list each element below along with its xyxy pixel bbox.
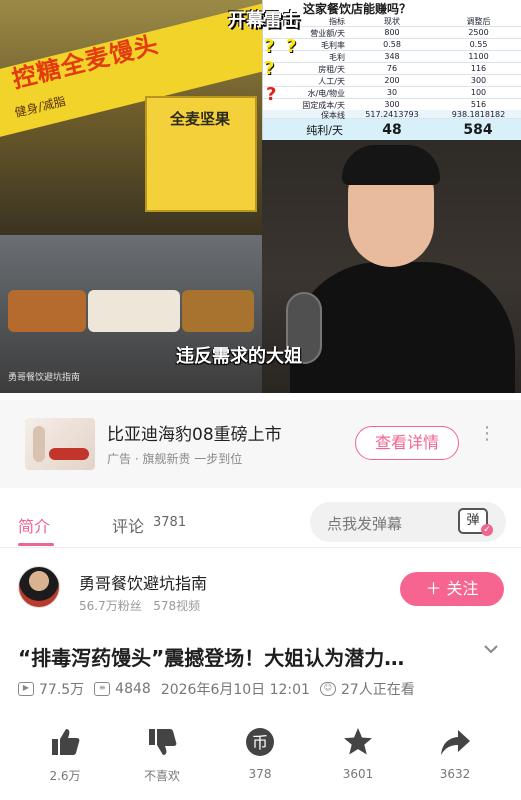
coin-count: 378 [248, 767, 272, 781]
like-count: 2.6万 [49, 769, 81, 783]
watching-count: 27人正在看 [340, 682, 415, 698]
question-mark: ? [264, 36, 275, 57]
play-count: 77.5万 [39, 682, 85, 698]
coin-button[interactable]: 币 378 [225, 725, 295, 781]
dislike-label: 不喜欢 [143, 769, 180, 783]
thumbs-down-icon [145, 725, 179, 759]
profit-table: 这家餐饮店能赚吗？ 指标 现状 调整后 营业额/天 800 2500 毛利率 0… [262, 0, 521, 140]
table-row: 房租/天 76 116 [263, 64, 521, 75]
share-icon [438, 725, 472, 759]
comment-count[interactable]: 3781 [153, 515, 186, 530]
table-cell: 纯利/天 [306, 123, 343, 137]
chevron-down-icon[interactable] [482, 640, 500, 658]
table-cell: 200 [384, 76, 400, 85]
table-cell: 毛利率 [321, 41, 345, 50]
video-headline: 开幕雷击 [228, 10, 300, 31]
question-mark: ? [286, 36, 297, 57]
table-row: 人工/天 200 300 [263, 76, 521, 87]
viewers-icon: ☺ [319, 682, 336, 696]
follow-button[interactable]: ＋ 关注 [400, 572, 504, 606]
danmaku-icon: ≡ [94, 682, 111, 696]
table-header-cell: 现状 [384, 17, 400, 26]
shop-board-title: 全麦坚果 [170, 110, 231, 128]
table-cell: 517.2413793 [365, 110, 419, 119]
video-player[interactable]: 控糖全麦馒头 健身/减脂 全麦坚果 勇哥餐饮避坑指南 这家餐饮店能赚吗？ 指标 … [0, 0, 521, 393]
table-cell: 348 [384, 52, 400, 61]
author-name[interactable]: 勇哥餐饮避坑指南 [79, 570, 207, 594]
profit-table-title: 这家餐饮店能赚吗？ [303, 2, 412, 16]
presenter-body [290, 262, 515, 393]
video-watermark: 勇哥餐饮避坑指南 [8, 373, 81, 383]
coin-icon: 币 [243, 725, 277, 759]
video-title: “排毒泻药馒头”震撼登场！大姐认为潜力… [18, 646, 405, 670]
danmaku-placeholder[interactable]: 点我发弹幕 [327, 513, 402, 534]
thumbs-up-icon [48, 725, 82, 759]
table-row: 营业额/天 800 2500 [263, 28, 521, 39]
video-meta: ▶ 77.5万 ≡ 4848 2026年6月10日 12:01 ☺ 27人正在看 [18, 679, 425, 699]
tab-comments[interactable]: 评论 [112, 513, 144, 537]
table-row: 毛利 348 1100 [263, 52, 521, 63]
fans-count: 56.7万粉丝 [79, 599, 142, 613]
tab-intro[interactable]: 简介 [18, 513, 50, 537]
video-count: 578视频 [153, 599, 201, 613]
share-count: 3632 [439, 767, 471, 781]
active-tab-indicator [18, 543, 54, 546]
table-cell: 30 [386, 88, 398, 97]
table-cell: 300 [470, 76, 487, 85]
bun-tray [182, 290, 254, 332]
more-options-icon[interactable]: ⋮ [478, 425, 496, 443]
video-subtitle: 违反需求的大姐 [176, 346, 302, 367]
table-cell: 76 [386, 64, 398, 73]
table-cell: 300 [384, 100, 400, 109]
table-cell: 800 [384, 28, 400, 37]
question-mark: ? [266, 84, 277, 105]
bun-tray [88, 290, 180, 332]
table-header-row: 指标 现状 调整后 [263, 16, 521, 27]
star-icon [341, 725, 375, 759]
favorite-count: 3601 [342, 767, 374, 781]
table-cell: 保本线 [321, 111, 345, 120]
table-row: 毛利率 0.58 0.55 [263, 40, 521, 51]
table-cell: 2500 [468, 28, 489, 37]
author-stats: 56.7万粉丝 578视频 [79, 597, 200, 614]
like-button[interactable]: 2.6万 [30, 725, 100, 784]
table-cell: 938.1818182 [451, 110, 506, 119]
table-cell: 100 [470, 88, 487, 97]
favorite-button[interactable]: 3601 [323, 725, 393, 781]
table-cell: 516 [470, 100, 487, 109]
table-cell: 房租/天 [318, 65, 345, 74]
bun-tray [8, 290, 86, 332]
question-mark: ? [264, 58, 275, 79]
table-cell: 0.58 [383, 40, 401, 49]
presenter-hair [342, 145, 440, 185]
avatar[interactable] [18, 566, 60, 608]
danmaku-count: 4848 [115, 681, 151, 697]
table-result-row: 纯利/天 48 584 [263, 119, 521, 140]
table-row: 保本线 517.2413793 938.1818182 [263, 110, 521, 120]
ad-model [33, 426, 45, 462]
ad-car [49, 448, 89, 460]
table-cell: 0.55 [469, 40, 488, 49]
table-cell: 584 [463, 121, 493, 138]
dislike-button[interactable]: 不喜欢 [127, 725, 197, 784]
table-header-cell: 调整后 [466, 17, 491, 26]
table-cell: 1100 [468, 52, 489, 61]
shop-scene: 控糖全麦馒头 健身/减脂 全麦坚果 勇哥餐饮避坑指南 [0, 0, 262, 393]
play-icon: ▶ [18, 682, 34, 696]
table-row: 水/电/物业 30 100 [263, 88, 521, 99]
share-button[interactable]: 3632 [420, 725, 490, 781]
table-cell: 48 [382, 121, 402, 138]
table-cell: 毛利 [329, 53, 345, 62]
publish-date: 2026年6月10日 12:01 [160, 682, 310, 698]
action-bar: 2.6万 不喜欢 币 378 3601 3632 [0, 725, 521, 800]
ad-subtitle: 广告 · 旗舰新贵 一步到位 [107, 452, 243, 466]
check-icon: ✓ [481, 524, 493, 536]
ad-title[interactable]: 比亚迪海豹08重磅上市 [107, 420, 282, 445]
table-cell: 116 [470, 64, 487, 73]
ad-thumbnail[interactable] [25, 418, 95, 470]
svg-text:币: 币 [252, 733, 268, 752]
ad-details-button[interactable]: 查看详情 [355, 426, 459, 460]
